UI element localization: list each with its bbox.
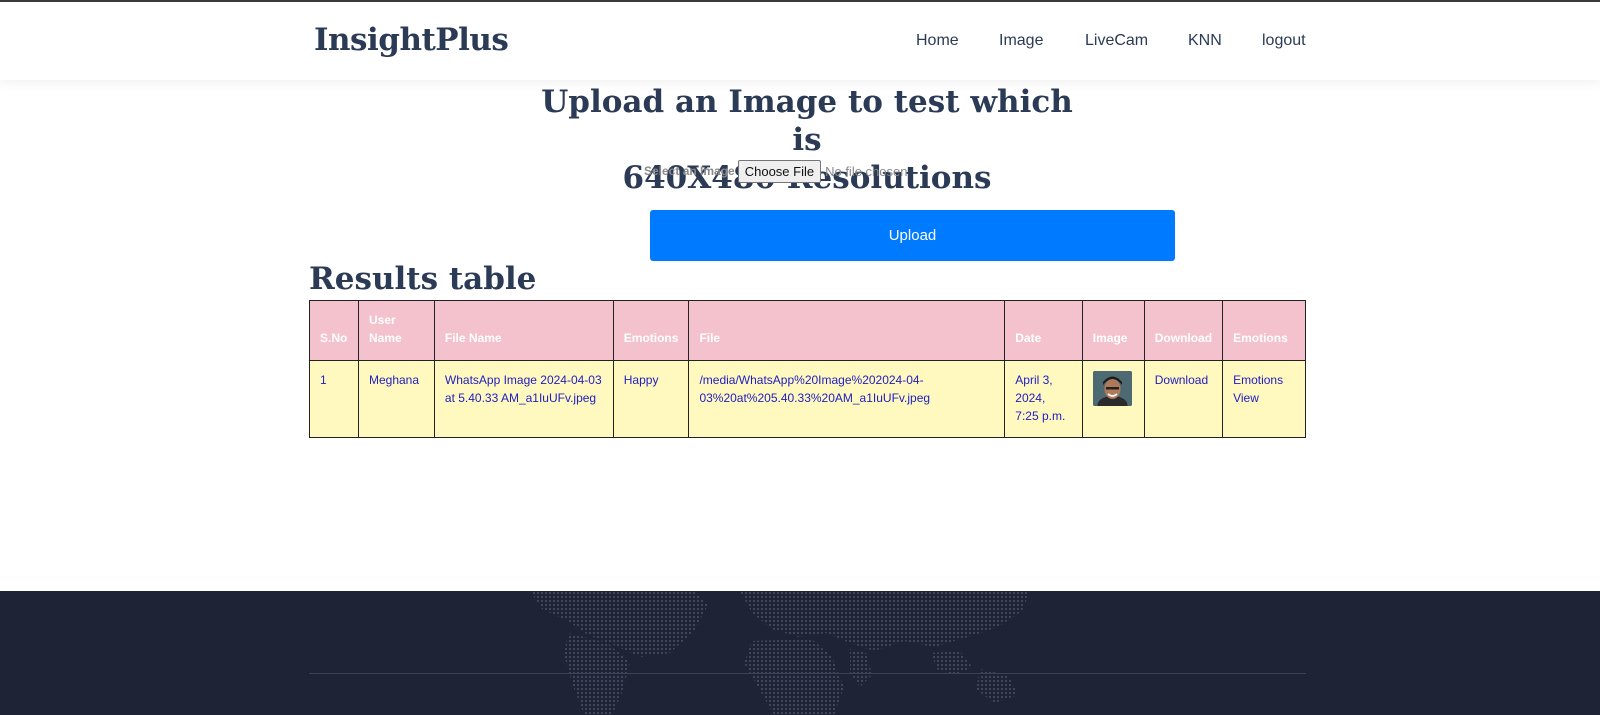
download-link[interactable]: Download [1143, 360, 1224, 438]
upload-button[interactable]: Upload [650, 210, 1175, 261]
col-header-download: Download [1143, 300, 1224, 361]
cell-user-name: Meghana [357, 360, 435, 438]
emotions-view-link[interactable]: Emotions View [1222, 360, 1306, 438]
file-input-row: Select an Image Choose File No file chos… [644, 159, 907, 183]
upload-title-line1: Upload an Image to test which is [541, 84, 1073, 158]
cell-sno: 1 [309, 360, 359, 438]
nav-knn[interactable]: KNN [1188, 32, 1222, 50]
world-map-dots [530, 591, 1030, 715]
col-header-sno: S.No [309, 300, 359, 361]
user-photo-thumbnail [1092, 371, 1132, 406]
cell-file-name: WhatsApp Image 2024-04-03 at 5.40.33 AM_… [433, 360, 614, 438]
table-row: 1 Meghana WhatsApp Image 2024-04-03 at 5… [309, 360, 1306, 438]
nav-image[interactable]: Image [999, 32, 1043, 50]
col-header-emotions: Emotions [612, 300, 690, 361]
nav-livecam[interactable]: LiveCam [1085, 32, 1148, 50]
no-file-status: No file chosen [825, 163, 908, 179]
cell-emotion: Happy [612, 360, 690, 438]
nav-logout[interactable]: logout [1262, 32, 1306, 50]
results-table: S.No User Name File Name Emotions File D… [309, 300, 1306, 438]
col-header-image: Image [1081, 300, 1145, 361]
cell-file-path: /media/WhatsApp%20Image%202024-04-03%20a… [688, 360, 1006, 438]
select-image-label: Select an Image [644, 164, 735, 178]
cell-image [1081, 360, 1145, 438]
col-header-user-name: User Name [357, 300, 435, 361]
col-header-date: Date [1004, 300, 1083, 361]
cell-date: April 3, 2024, 7:25 p.m. [1004, 360, 1083, 438]
col-header-file: File [688, 300, 1006, 361]
table-header-row: S.No User Name File Name Emotions File D… [309, 300, 1306, 361]
col-header-file-name: File Name [433, 300, 614, 361]
footer-divider [309, 673, 1306, 674]
navbar: InsightPlus Home Image LiveCam KNN logou… [0, 2, 1600, 80]
nav-home[interactable]: Home [916, 32, 959, 50]
footer [0, 591, 1600, 715]
choose-file-button[interactable]: Choose File [737, 159, 822, 183]
col-header-emotions-view: Emotions [1222, 300, 1306, 361]
nav-links: Home Image LiveCam KNN logout [0, 32, 1600, 54]
results-title: Results table [309, 261, 537, 297]
